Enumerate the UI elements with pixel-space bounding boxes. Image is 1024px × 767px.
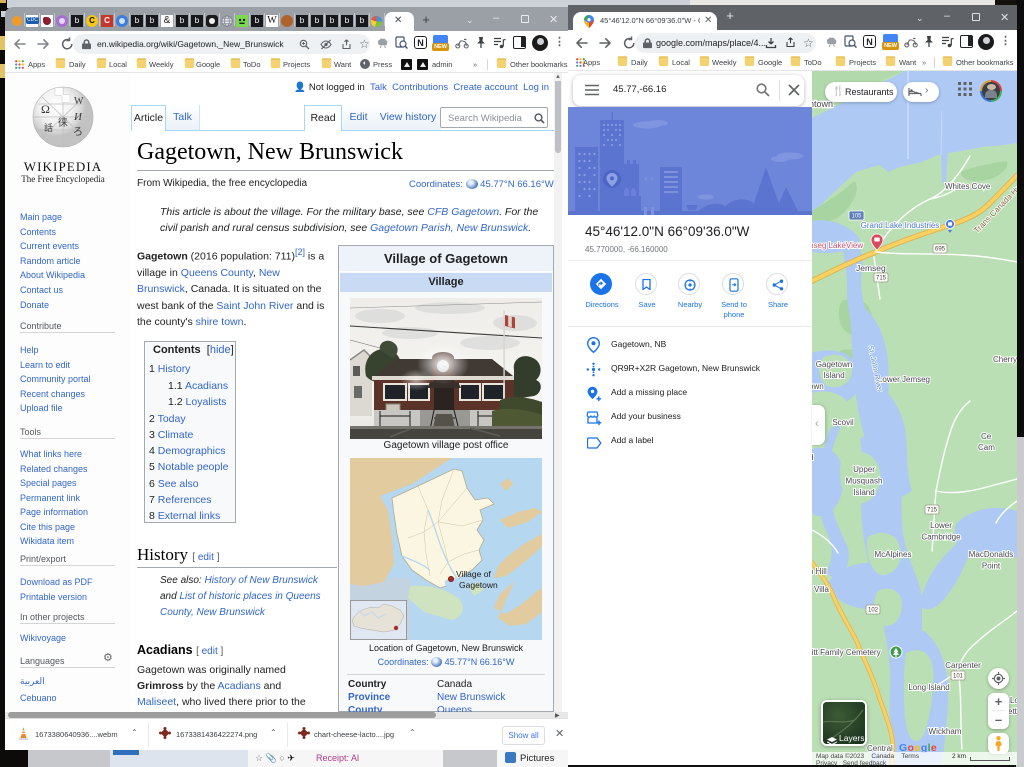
svg-text:715: 715 bbox=[927, 508, 938, 514]
svg-text:own: own bbox=[812, 382, 824, 391]
svg-text:Cherry: Cherry bbox=[993, 355, 1017, 364]
svg-text:Ce: Ce bbox=[981, 432, 992, 441]
svg-text:n Hill: n Hill bbox=[812, 567, 827, 576]
svg-text:101: 101 bbox=[953, 674, 964, 680]
svg-text:Scovil: Scovil bbox=[832, 418, 854, 427]
svg-text:102: 102 bbox=[868, 608, 879, 614]
svg-text:d: d bbox=[812, 453, 813, 462]
svg-text:Lower Jemseg: Lower Jemseg bbox=[878, 375, 930, 384]
svg-text:Jemseg: Jemseg bbox=[856, 263, 886, 273]
svg-text:Gagetown: Gagetown bbox=[459, 580, 498, 590]
svg-text:105: 105 bbox=[851, 214, 862, 220]
svg-text:話: 話 bbox=[44, 122, 53, 133]
svg-text:Long Island: Long Island bbox=[908, 683, 949, 692]
svg-text:Carpenter: Carpenter bbox=[945, 661, 981, 670]
svg-text:ろ: ろ bbox=[73, 127, 83, 138]
svg-text:徕: 徕 bbox=[58, 116, 68, 129]
svg-text:McAlpines: McAlpines bbox=[875, 550, 912, 559]
svg-text:Wickham: Wickham bbox=[929, 727, 962, 736]
svg-text:Ω: Ω bbox=[41, 102, 50, 116]
svg-text:Whites Cove: Whites Cove bbox=[945, 182, 991, 191]
svg-text:Village of: Village of bbox=[456, 569, 491, 579]
svg-text:Villa: Villa bbox=[814, 585, 830, 594]
svg-text:695: 695 bbox=[935, 247, 946, 253]
svg-text:И: И bbox=[73, 111, 83, 123]
svg-text:ritt Family Cemetery: ritt Family Cemetery bbox=[812, 648, 881, 657]
svg-text:Cam: Cam bbox=[978, 443, 995, 452]
svg-text:W: W bbox=[74, 96, 84, 107]
svg-text:Lo: Lo bbox=[1010, 696, 1017, 705]
svg-text:Grand Lake Industries: Grand Lake Industries bbox=[861, 221, 940, 230]
svg-text:715: 715 bbox=[876, 276, 887, 282]
svg-text:ettl: ettl bbox=[1008, 707, 1017, 716]
svg-text:nseg LakeView: nseg LakeView bbox=[812, 241, 863, 250]
